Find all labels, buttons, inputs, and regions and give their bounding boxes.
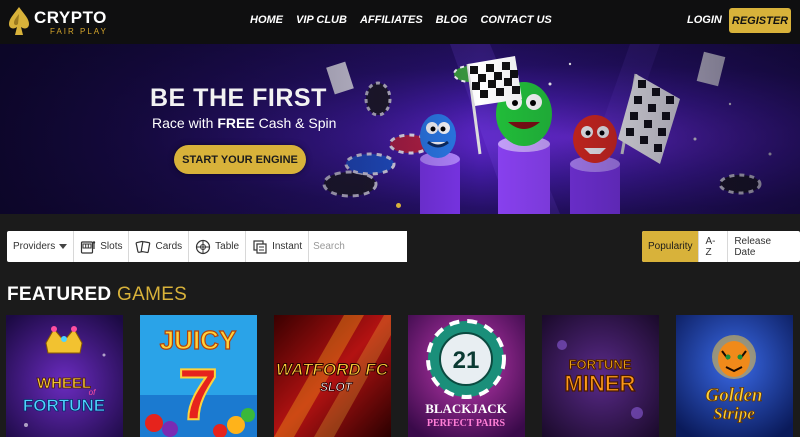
nav-contact-us-link[interactable]: CONTACT US: [480, 14, 551, 26]
game-title-line1: WHEEL: [37, 375, 91, 392]
sort-popularity-button[interactable]: Popularity: [642, 231, 700, 262]
brand-logo[interactable]: CRYPTO FAIR PLAY: [8, 4, 118, 40]
top-navbar: CRYPTO FAIR PLAY HOME VIP CLUB AFFILIATE…: [0, 0, 800, 44]
sort-a-z-button[interactable]: A-Z: [699, 231, 729, 262]
game-tile-watford-fc-slot[interactable]: WATFORD FC SLOT: [274, 315, 391, 437]
carousel-dot[interactable]: [396, 203, 401, 208]
providers-label: Providers: [13, 241, 56, 252]
instant-icon: [252, 239, 268, 255]
main-menu: HOME VIP CLUB AFFILIATES BLOG CONTACT US: [250, 14, 552, 26]
hero-banner[interactable]: BE THE FIRST Race with FREE Cash & Spin …: [0, 44, 800, 214]
filter-slots-label: Slots: [100, 241, 123, 252]
featured-games-grid: WHEEL of FORTUNE JUICY 7 WATFORD FC SLOT: [6, 315, 793, 437]
games-word: GAMES: [117, 284, 188, 305]
wheel-of-fortune-artwork: WHEEL of FORTUNE: [6, 315, 123, 437]
start-engine-button[interactable]: START YOUR ENGINE: [174, 145, 306, 174]
hero-subtitle: Race with FREE Cash & Spin: [152, 115, 336, 131]
featured-word: FEATURED: [7, 284, 112, 305]
game-title-line2: Stripe: [713, 404, 755, 423]
filter-slots[interactable]: Slots: [74, 231, 130, 262]
brand-name-line1: CRYPTO: [34, 8, 107, 27]
game-title-line1: JUICY: [160, 325, 237, 355]
cards-icon: [135, 239, 151, 255]
game-title-line2: 7: [178, 355, 218, 435]
register-button[interactable]: REGISTER: [729, 8, 791, 33]
slot-machine-icon: [80, 239, 96, 255]
watford-fc-slot-artwork: WATFORD FC SLOT: [274, 315, 391, 437]
game-title-line1: Golden: [706, 385, 763, 406]
game-tile-juicy-7[interactable]: JUICY 7: [140, 315, 257, 437]
blackjack-perfect-pairs-artwork: 21 BLACKJACK PERFECT PAIRS: [408, 315, 525, 437]
game-title-line3: PERFECT PAIRS: [427, 418, 506, 429]
search-input[interactable]: [309, 231, 408, 262]
game-tile-wheel-of-fortune[interactable]: WHEEL of FORTUNE: [6, 315, 123, 437]
hero-title: BE THE FIRST: [150, 84, 327, 112]
game-title-line2: SLOT: [320, 380, 354, 394]
fortune-miner-artwork: FORTUNE MINER: [542, 315, 659, 437]
golden-stripe-artwork: Golden Stripe: [676, 315, 793, 437]
sort-release-date-button[interactable]: Release Date: [728, 231, 800, 262]
nav-home-link[interactable]: HOME: [250, 14, 283, 26]
filter-instant[interactable]: Instant: [246, 231, 310, 262]
spade-logo-icon: [9, 7, 29, 35]
featured-games-heading: FEATURED GAMES: [7, 284, 187, 306]
hero-overlay: [0, 44, 800, 214]
game-tile-golden-stripe[interactable]: Golden Stripe: [676, 315, 793, 437]
sort-toggle-group: Popularity A-Z Release Date: [642, 231, 800, 262]
game-title-line2: MINER: [565, 371, 636, 396]
hero-subtitle-bold: FREE: [217, 115, 255, 131]
caret-down-icon: [59, 243, 68, 249]
filter-instant-label: Instant: [272, 241, 303, 252]
roulette-icon: [195, 239, 211, 255]
game-title-line1: 21: [453, 347, 480, 374]
nav-vip-club-link[interactable]: VIP CLUB: [296, 14, 347, 26]
game-tile-blackjack-perfect-pairs[interactable]: 21 BLACKJACK PERFECT PAIRS: [408, 315, 525, 437]
filter-table[interactable]: Table: [189, 231, 247, 262]
login-link[interactable]: LOGIN: [687, 14, 722, 26]
game-filter-bar: Providers Slots Cards Table Instant: [7, 231, 408, 262]
nav-blog-link[interactable]: BLOG: [436, 14, 468, 26]
brand-name-line2: FAIR PLAY: [50, 27, 108, 36]
filter-cards-label: Cards: [155, 241, 183, 252]
providers-dropdown[interactable]: Providers: [7, 231, 75, 262]
game-tile-fortune-miner[interactable]: FORTUNE MINER: [542, 315, 659, 437]
game-title-line1: FORTUNE: [569, 357, 632, 372]
nav-affiliates-link[interactable]: AFFILIATES: [360, 14, 423, 26]
filter-cards[interactable]: Cards: [129, 231, 190, 262]
game-title-line1: WATFORD FC: [276, 360, 389, 379]
hero-subtitle-pre: Race with: [152, 115, 218, 131]
game-title-line2: BLACKJACK: [425, 401, 508, 416]
hero-subtitle-post: Cash & Spin: [254, 115, 337, 131]
juicy-7-artwork: JUICY 7: [140, 315, 257, 437]
filter-table-label: Table: [215, 241, 240, 252]
game-title-line3: FORTUNE: [23, 396, 105, 415]
